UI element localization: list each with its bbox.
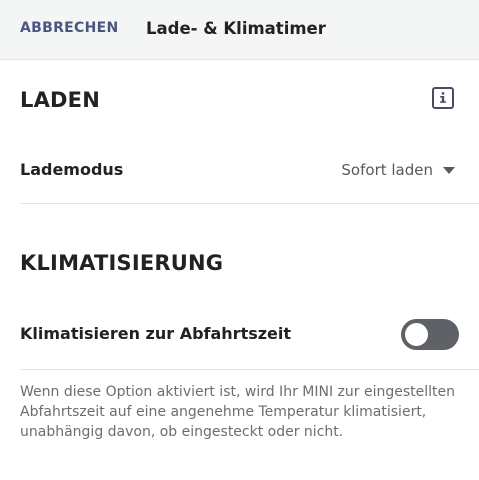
info-icon	[440, 92, 446, 103]
info-button[interactable]	[432, 87, 454, 109]
section-title-laden: LADEN	[20, 88, 100, 112]
header-bar: ABBRECHEN Lade- & Klimatimer	[0, 0, 479, 60]
cancel-button[interactable]: ABBRECHEN	[20, 20, 119, 36]
divider	[20, 203, 479, 204]
charge-mode-label: Lademodus	[20, 160, 124, 179]
charge-mode-select[interactable]: Sofort laden	[341, 161, 455, 179]
page-title: Lade- & Klimatimer	[146, 19, 326, 38]
climate-description: Wenn diese Option aktiviert ist, wird Ih…	[20, 384, 455, 440]
toggle-knob	[405, 323, 428, 346]
climate-toggle-label: Klimatisieren zur Abfahrtszeit	[20, 324, 292, 343]
climate-toggle-switch[interactable]	[401, 319, 459, 350]
charge-mode-value: Sofort laden	[341, 161, 433, 179]
section-title-klimatisierung: KLIMATISIERUNG	[20, 251, 224, 275]
caret-down-icon	[443, 166, 455, 174]
divider	[20, 369, 479, 370]
